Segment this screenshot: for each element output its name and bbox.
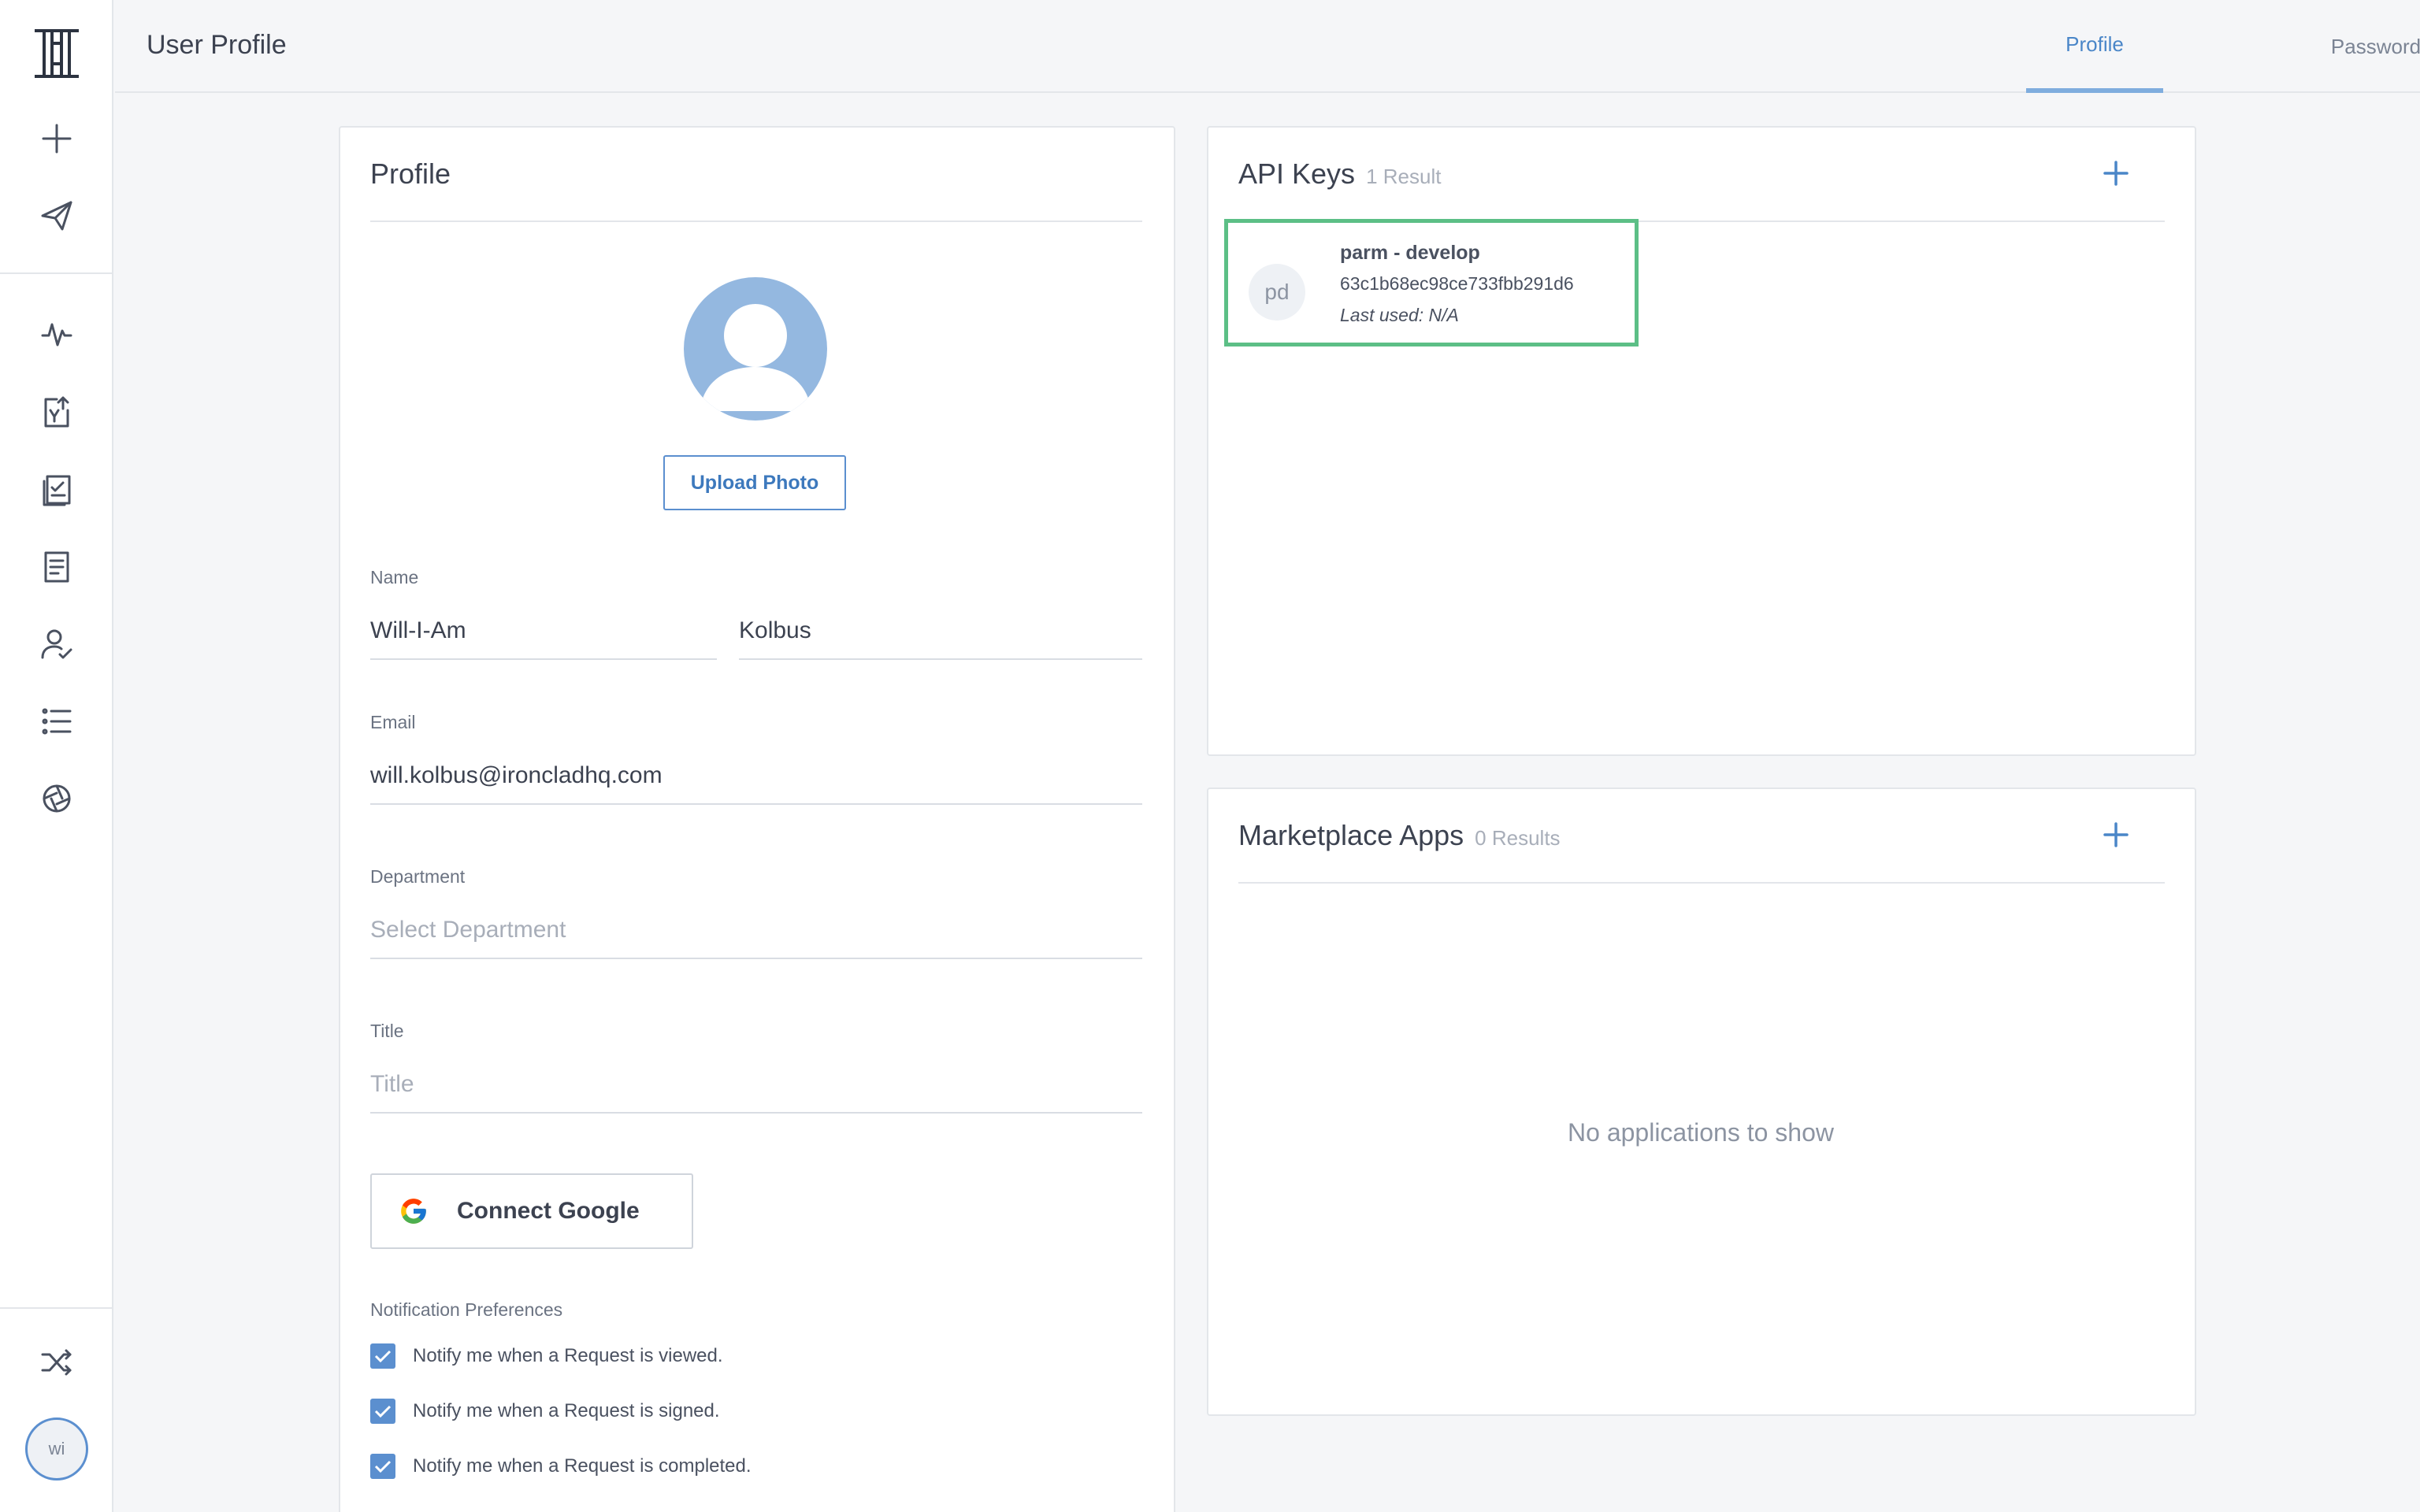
plus-icon xyxy=(2103,822,2129,847)
user-check-icon[interactable] xyxy=(0,613,113,676)
google-icon xyxy=(401,1199,426,1224)
checkbox-checked-icon[interactable] xyxy=(370,1343,395,1369)
api-key-avatar: pd xyxy=(1249,264,1305,321)
notify-viewed-option[interactable]: Notify me when a Request is viewed. xyxy=(370,1343,723,1369)
notify-signed-label: Notify me when a Request is signed. xyxy=(413,1400,720,1421)
activity-icon[interactable] xyxy=(0,302,113,365)
api-key-last-used: Last used: N/A xyxy=(1340,305,1459,325)
last-name-input[interactable] xyxy=(739,603,1142,660)
connect-google-button[interactable]: Connect Google xyxy=(370,1173,693,1249)
profile-divider xyxy=(370,220,1142,222)
connect-google-label: Connect Google xyxy=(457,1198,640,1224)
title-input[interactable] xyxy=(370,1057,1142,1114)
shuffle-icon[interactable] xyxy=(0,1331,113,1394)
first-name-input[interactable] xyxy=(370,603,717,660)
marketplace-divider xyxy=(1238,882,2165,884)
add-marketplace-app-button[interactable] xyxy=(2099,817,2133,852)
notify-viewed-label: Notify me when a Request is viewed. xyxy=(413,1345,723,1366)
marketplace-title-text: Marketplace Apps xyxy=(1238,819,1464,851)
api-keys-count: 1 Result xyxy=(1366,165,1442,188)
api-keys-title-text: API Keys xyxy=(1238,158,1356,190)
notify-completed-option[interactable]: Notify me when a Request is completed. xyxy=(370,1454,752,1479)
tab-password-label: Password xyxy=(2330,34,2420,58)
notify-signed-option[interactable]: Notify me when a Request is signed. xyxy=(370,1399,720,1424)
page-title: User Profile xyxy=(147,30,287,60)
tab-password[interactable]: Password xyxy=(2321,0,2420,93)
name-label: Name xyxy=(370,567,419,587)
email-label: Email xyxy=(370,712,416,732)
marketplace-count: 0 Results xyxy=(1475,826,1561,850)
page-header: User Profile Profile Password xyxy=(115,0,2420,93)
logo-icon[interactable] xyxy=(0,22,113,85)
api-key-name: parm - develop xyxy=(1340,242,1480,264)
sidebar: wi xyxy=(0,0,113,1512)
checkbox-checked-icon[interactable] xyxy=(370,1399,395,1424)
user-initials: wi xyxy=(48,1439,65,1458)
plus-icon xyxy=(2103,161,2129,186)
department-select[interactable] xyxy=(370,902,1142,959)
add-api-key-button[interactable] xyxy=(2099,156,2133,191)
upload-photo-button[interactable]: Upload Photo xyxy=(663,455,846,510)
marketplace-title: Marketplace Apps 0 Results xyxy=(1238,819,1561,852)
api-key-value: 63c1b68ec98ce733fbb291d6 xyxy=(1340,273,1574,294)
upload-document-icon[interactable] xyxy=(0,381,113,444)
title-label: Title xyxy=(370,1021,404,1041)
tab-profile[interactable]: Profile xyxy=(2026,0,2163,93)
notification-preferences-label: Notification Preferences xyxy=(370,1299,563,1320)
send-icon[interactable] xyxy=(0,184,113,247)
profile-card-title: Profile xyxy=(370,158,451,190)
list-icon[interactable] xyxy=(0,690,113,753)
marketplace-empty-message: No applications to show xyxy=(1568,1118,1834,1147)
api-key-item[interactable]: pd parm - develop 63c1b68ec98ce733fbb291… xyxy=(1224,219,1639,346)
api-keys-title: API Keys 1 Result xyxy=(1238,158,1441,191)
notify-completed-label: Notify me when a Request is completed. xyxy=(413,1455,752,1477)
document-icon[interactable] xyxy=(0,536,113,598)
plus-icon[interactable] xyxy=(0,107,113,170)
profile-avatar-icon xyxy=(684,277,827,421)
email-input[interactable] xyxy=(370,748,1142,805)
department-label: Department xyxy=(370,866,466,887)
user-avatar[interactable]: wi xyxy=(25,1418,88,1480)
checklist-document-icon[interactable] xyxy=(0,458,113,521)
checkbox-checked-icon[interactable] xyxy=(370,1454,395,1479)
aperture-icon[interactable] xyxy=(0,767,113,830)
tab-profile-label: Profile xyxy=(2066,32,2124,56)
